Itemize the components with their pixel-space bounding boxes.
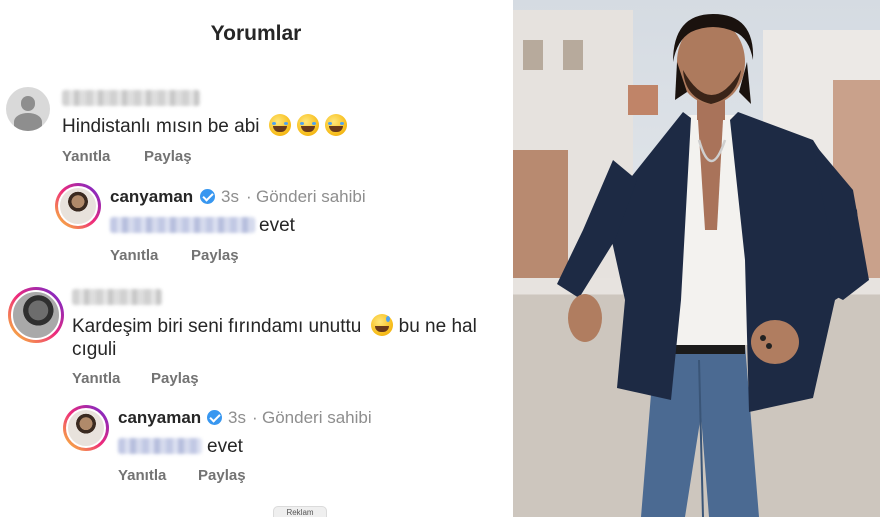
owner-label: Gönderi sahibi [256, 187, 366, 206]
comment-2-body: Kardeşim biri seni fırındamı unuttu [72, 316, 362, 337]
reply-button[interactable]: Yanıtla [110, 247, 158, 264]
owner-label: Gönderi sahibi [262, 408, 372, 427]
default-avatar-icon[interactable] [6, 87, 50, 131]
page-title: Yorumlar [210, 22, 302, 45]
share-button[interactable]: Paylaş [198, 467, 246, 484]
reply-button[interactable]: Yanıtla [118, 467, 166, 484]
tears-of-joy-emoji [268, 114, 291, 136]
comment-2-line2: cıguli [72, 339, 117, 360]
comments-panel: Yorumlar Hindistanlı mısın be abi Yanıtl… [0, 0, 512, 517]
reply-button[interactable]: Yanıtla [62, 148, 110, 165]
blurred-username [72, 289, 162, 305]
avatar[interactable] [63, 405, 109, 451]
share-button[interactable]: Paylaş [191, 247, 239, 264]
reply-username[interactable]: canyaman [118, 408, 201, 428]
verified-badge-icon [200, 189, 215, 204]
reply-username[interactable]: canyaman [110, 187, 193, 207]
reply-text: evet [207, 436, 243, 457]
share-button[interactable]: Paylaş [144, 148, 192, 165]
blurred-username [62, 90, 200, 106]
reply-text: evet [259, 215, 295, 236]
avatar[interactable] [55, 183, 101, 229]
meta-separator: · [246, 187, 252, 206]
comment-1-text: Hindistanlı mısın be abi [62, 114, 353, 138]
verified-badge-icon [207, 410, 222, 425]
grinning-sweat-emoji [370, 314, 393, 336]
blurred-mention [118, 438, 202, 454]
reply-time: 3s [228, 408, 246, 427]
blurred-mention [110, 217, 255, 233]
comment-2-text: Kardeşim biri seni fırındamı unuttu bu n… [72, 314, 477, 338]
comment-1-body: Hindistanlı mısın be abi [62, 116, 260, 137]
reply-button[interactable]: Yanıtla [72, 370, 120, 387]
meta-separator: · [252, 408, 258, 427]
tears-of-joy-emoji [324, 114, 347, 136]
share-button[interactable]: Paylaş [151, 370, 199, 387]
reply-time: 3s [221, 187, 239, 206]
comment-2-tail: bu ne hal [398, 316, 477, 337]
tears-of-joy-emoji [296, 114, 319, 136]
avatar[interactable] [8, 287, 64, 343]
ad-pill[interactable]: Reklam [273, 506, 327, 517]
post-photo [513, 0, 880, 517]
man-figure [557, 14, 869, 517]
